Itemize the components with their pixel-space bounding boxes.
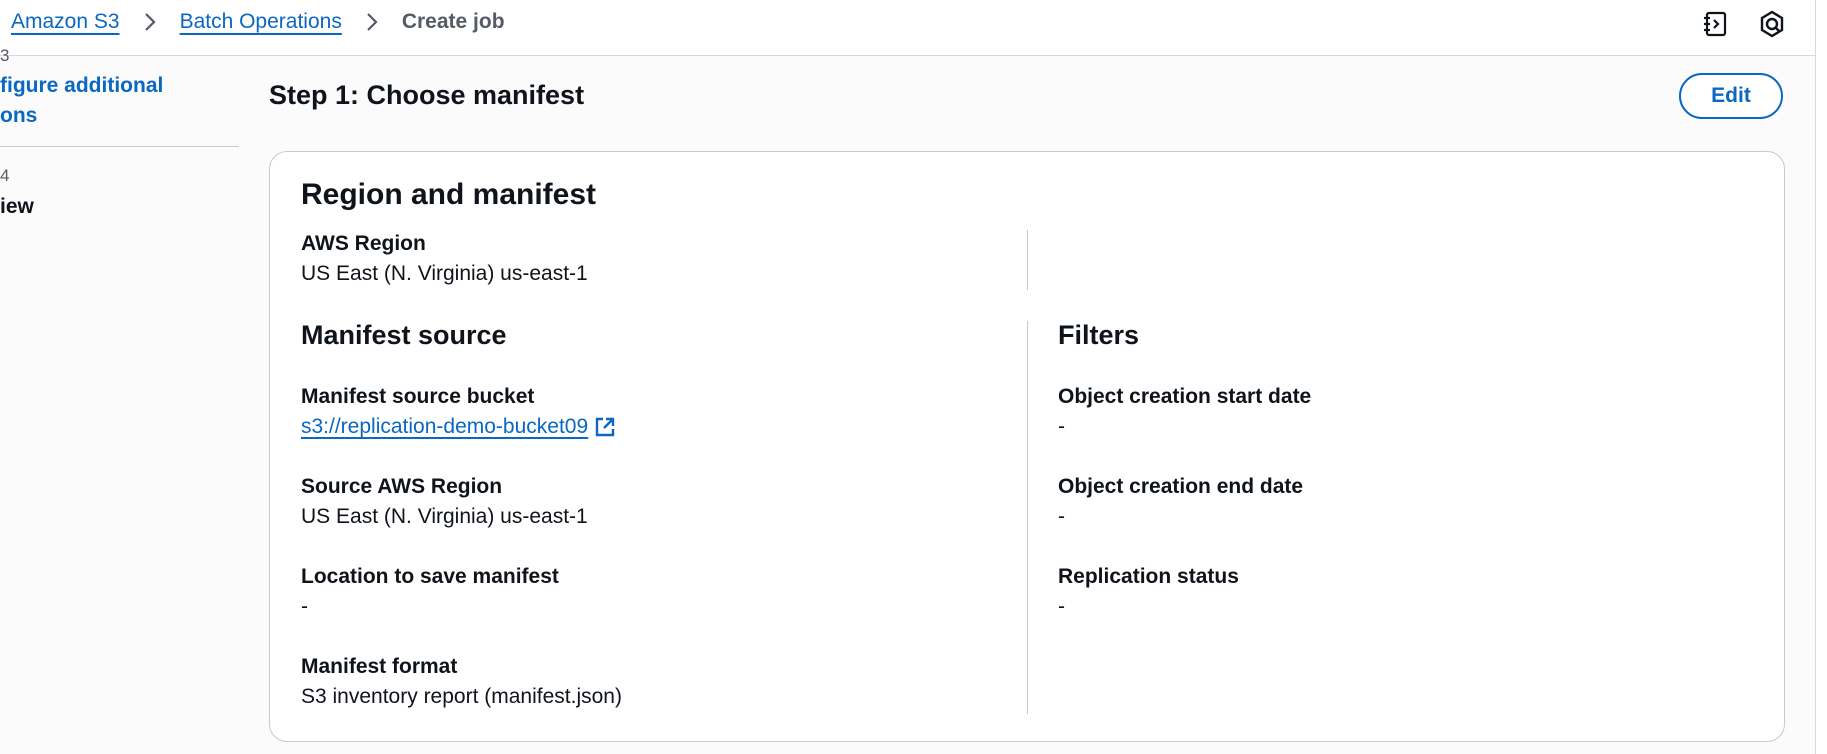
replication-status-value: - <box>1058 595 1065 618</box>
top-utility-icons <box>1702 10 1786 38</box>
replication-status-label: Replication status <box>1058 565 1239 588</box>
top-navigation-bar: Amazon S3 Batch Operations Create job <box>0 0 1816 56</box>
breadcrumb-current: Create job <box>401 10 505 33</box>
external-link-icon <box>595 417 615 437</box>
manifest-source-bucket-value: s3://replication-demo-bucket09 <box>301 415 589 438</box>
source-aws-region: Source AWS Region US East (N. Virginia) … <box>301 472 961 532</box>
step-3-number: 3 <box>0 46 10 65</box>
scrollbar[interactable] <box>1815 0 1827 754</box>
column-divider <box>1027 230 1028 290</box>
column-divider <box>1027 321 1028 714</box>
start-date-value: - <box>1058 415 1065 438</box>
manifest-format-value: S3 inventory report (manifest.json) <box>301 685 622 708</box>
object-creation-end-date: Object creation end date - <box>1058 472 1718 532</box>
edit-button[interactable]: Edit <box>1679 73 1783 119</box>
step-4-number: 4 <box>0 166 10 185</box>
card-title: Region and manifest <box>301 178 597 211</box>
step-4-label: iew <box>0 195 34 218</box>
source-aws-region-label: Source AWS Region <box>301 475 503 498</box>
breadcrumb-batch-operations[interactable]: Batch Operations <box>180 10 342 34</box>
chevron-right-icon <box>144 13 156 31</box>
location-to-save-manifest-label: Location to save manifest <box>301 565 559 588</box>
chevron-right-icon <box>367 13 378 31</box>
step-title: Step 1: Choose manifest <box>269 80 585 110</box>
aws-region-value: US East (N. Virginia) us-east-1 <box>301 262 588 285</box>
cloudshell-icon[interactable] <box>1758 10 1786 38</box>
sidebar-divider <box>0 146 239 147</box>
start-date-label: Object creation start date <box>1058 385 1312 408</box>
manifest-source-title: Manifest source <box>301 320 507 350</box>
location-to-save-manifest: Location to save manifest - <box>301 562 961 622</box>
object-creation-start-date: Object creation start date - <box>1058 382 1718 442</box>
notes-icon[interactable] <box>1702 10 1730 38</box>
step-3-label-line2: ons <box>0 104 38 127</box>
manifest-source-bucket-link[interactable]: s3://replication-demo-bucket09 <box>301 412 616 442</box>
breadcrumb-amazon-s3[interactable]: Amazon S3 <box>11 10 120 34</box>
source-aws-region-value: US East (N. Virginia) us-east-1 <box>301 505 588 528</box>
replication-status: Replication status - <box>1058 562 1718 622</box>
manifest-source-bucket-label: Manifest source bucket <box>301 385 535 408</box>
end-date-label: Object creation end date <box>1058 475 1304 498</box>
end-date-value: - <box>1058 505 1065 528</box>
manifest-source-bucket: Manifest source bucket s3://replication-… <box>301 382 961 442</box>
filters-title: Filters <box>1058 320 1140 350</box>
aws-region-label: AWS Region <box>301 232 426 255</box>
region-manifest-card: Region and manifest AWS Region US East (… <box>269 151 1785 742</box>
breadcrumb: Amazon S3 Batch Operations Create job <box>11 10 505 34</box>
step-3-label-line1: figure additional <box>0 74 164 97</box>
manifest-format: Manifest format S3 inventory report (man… <box>301 652 961 712</box>
wizard-steps-nav: 3 figure additional ons 4 iew <box>0 46 240 754</box>
location-to-save-manifest-value: - <box>301 595 308 618</box>
manifest-format-label: Manifest format <box>301 655 458 678</box>
aws-region: AWS Region US East (N. Virginia) us-east… <box>301 229 961 289</box>
step-3-link[interactable]: figure additional ons <box>0 71 163 131</box>
